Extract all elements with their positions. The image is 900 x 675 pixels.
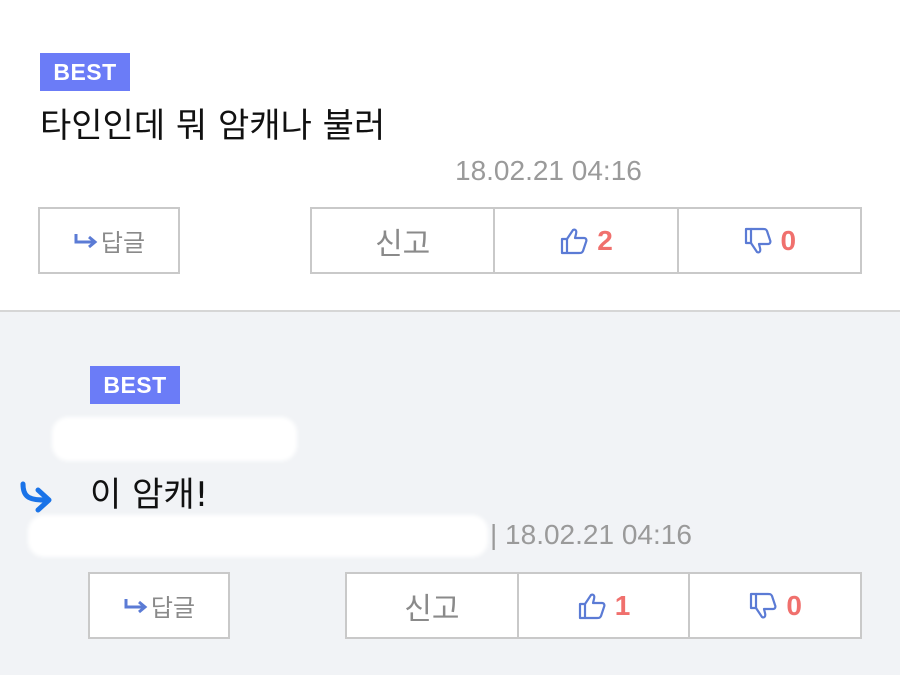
- comment-text: 이 암캐!: [90, 475, 209, 515]
- action-group: 신고 1 0: [345, 572, 862, 639]
- redacted-author: [28, 515, 488, 557]
- reply-button[interactable]: 답글: [88, 572, 230, 639]
- reply-label: 답글: [150, 594, 196, 622]
- thumbs-up-icon: [561, 228, 588, 254]
- redacted-author: [0, 150, 455, 194]
- comment-text: 타인인데 뭐 암캐나 불러: [40, 106, 386, 146]
- comment-1: BEST 타인인데 뭐 암캐나 불러 18.02.21 04:16 답글 신고 …: [0, 0, 900, 312]
- reply-arrow-icon: [74, 233, 98, 248]
- report-label: 신고: [404, 591, 460, 627]
- thumbs-down-icon: [750, 592, 777, 618]
- thumbs-down-icon: [744, 227, 772, 253]
- report-button[interactable]: 신고: [347, 574, 519, 637]
- best-badge: BEST: [90, 366, 180, 404]
- reply-arrow-icon: [124, 598, 148, 613]
- nested-reply-arrow-icon: [20, 481, 52, 513]
- report-button[interactable]: 신고: [312, 209, 496, 272]
- dislike-button[interactable]: 0: [679, 209, 860, 272]
- like-button[interactable]: 2: [495, 209, 679, 272]
- dislike-count: 0: [786, 589, 802, 621]
- redacted-author: [52, 417, 297, 461]
- dislike-count: 0: [780, 224, 797, 256]
- like-button[interactable]: 1: [519, 574, 691, 637]
- comment-timestamp: 18.02.21 04:16: [455, 155, 642, 186]
- dislike-button[interactable]: 0: [690, 574, 860, 637]
- reply-label: 답글: [100, 229, 146, 257]
- comment-timestamp: | 18.02.21 04:16: [490, 519, 692, 550]
- comment-2-reply: BEST 이 암캐! | 18.02.21 04:16 답글 신고 1 0: [0, 312, 900, 675]
- reply-button[interactable]: 답글: [38, 207, 180, 274]
- thumbs-up-icon: [578, 593, 606, 619]
- action-group: 신고 2 0: [310, 207, 862, 274]
- best-badge: BEST: [40, 53, 130, 91]
- like-count: 2: [597, 224, 613, 256]
- like-count: 1: [614, 589, 631, 621]
- report-label: 신고: [375, 226, 431, 262]
